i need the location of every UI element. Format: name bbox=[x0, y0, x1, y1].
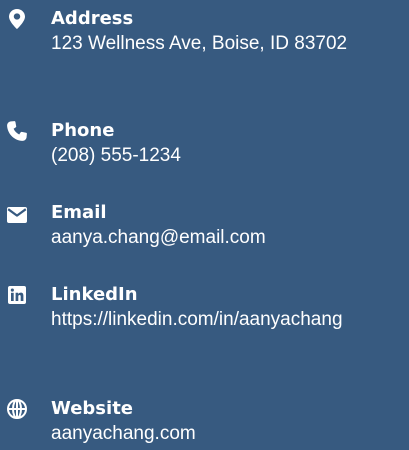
contact-text-email: Email aanya.chang@email.com bbox=[51, 202, 403, 251]
contact-info-list: Address 123 Wellness Ave, Boise, ID 8370… bbox=[0, 0, 409, 450]
address-label: Address bbox=[51, 8, 134, 29]
website-value-link[interactable]: aanyachang.com bbox=[51, 420, 403, 447]
phone-value-link[interactable]: (208) 555-1234 bbox=[51, 142, 403, 169]
phone-label: Phone bbox=[51, 120, 115, 141]
contact-text-website: Website aanyachang.com bbox=[51, 398, 403, 447]
map-marker-icon bbox=[6, 8, 28, 30]
linkedin-value-link[interactable]: https://linkedin.com/in/aanyachang bbox=[51, 306, 403, 333]
phone-icon bbox=[6, 120, 28, 142]
email-label: Email bbox=[51, 202, 107, 223]
address-value: 123 Wellness Ave, Boise, ID 83702 bbox=[51, 33, 348, 54]
contact-text-address: Address 123 Wellness Ave, Boise, ID 8370… bbox=[51, 8, 403, 57]
website-label: Website bbox=[51, 398, 134, 419]
linkedin-icon bbox=[6, 284, 28, 306]
contact-text-linkedin: LinkedIn https://linkedin.com/in/aanyach… bbox=[51, 284, 403, 333]
email-value-link[interactable]: aanya.chang@email.com bbox=[51, 224, 403, 251]
globe-icon bbox=[6, 398, 28, 420]
contact-text-phone: Phone (208) 555-1234 bbox=[51, 120, 403, 169]
envelope-icon bbox=[6, 204, 28, 226]
linkedin-label: LinkedIn bbox=[51, 284, 138, 305]
